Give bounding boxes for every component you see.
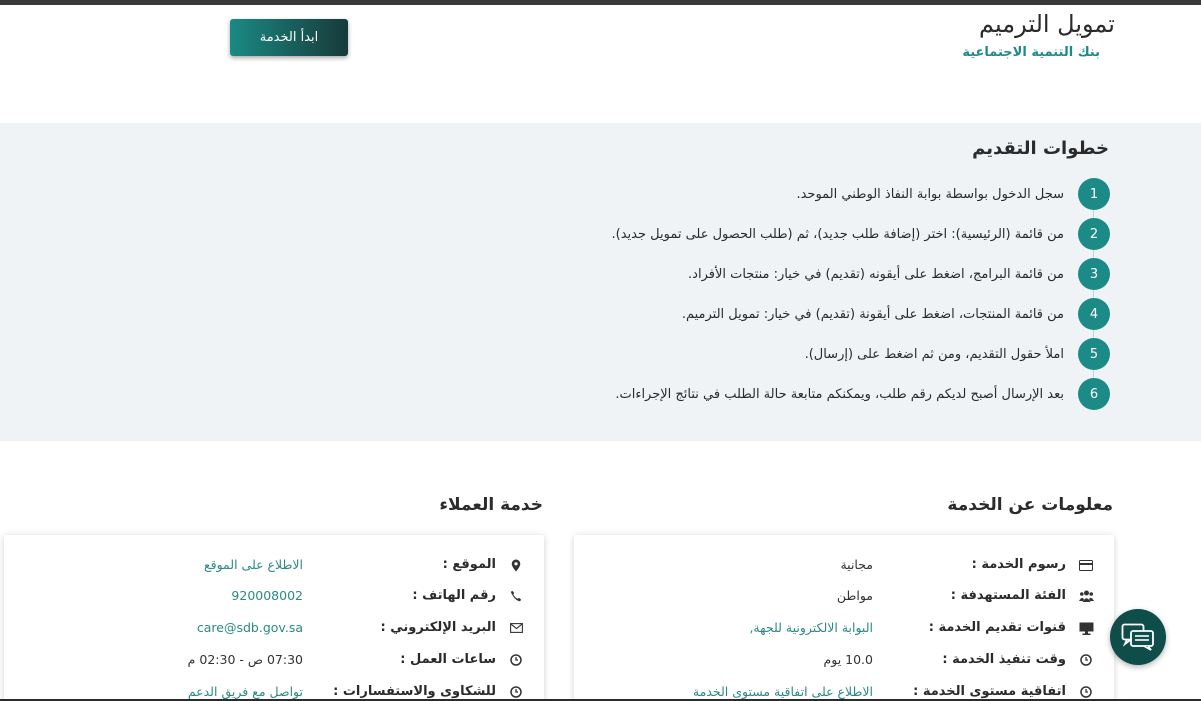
info-row-channels: قنوات تقديم الخدمة : البوابة الالكترونية… — [574, 620, 1114, 640]
phone-icon — [508, 588, 524, 604]
step-item: 1 سجل الدخول بواسطة بوابة النفاذ الوطني … — [796, 178, 1110, 210]
top-bar — [0, 0, 1201, 5]
step-text: بعد الإرسال أصبح لديكم رقم طلب، ويمكنكم … — [615, 386, 1064, 402]
row-label: ساعات العمل : — [400, 652, 496, 667]
step-item: 3 من قائمة البرامج، اضغط على أيقونه (تقد… — [688, 258, 1110, 290]
info-row-target: الفئة المستهدفة : مواطن — [574, 588, 1114, 608]
customer-service-title: خدمة العملاء — [439, 495, 543, 515]
clock-icon — [1078, 652, 1094, 668]
step-item: 5 املأ حقول التقديم، ومن ثم اضغط على (إر… — [805, 338, 1110, 370]
contact-row-hours: ساعات العمل : 07:30 ص - 02:30 م — [4, 652, 544, 672]
step-number: 1 — [1078, 178, 1110, 210]
row-value: مواطن — [836, 588, 873, 603]
info-row-fees: رسوم الخدمة : مجانية — [574, 557, 1114, 577]
step-number: 4 — [1078, 298, 1110, 330]
page-title: تمويل الترميم — [979, 10, 1115, 38]
step-text: من قائمة البرامج، اضغط على أيقونه (تقديم… — [688, 266, 1064, 282]
phone-link[interactable]: 920008002 — [231, 588, 303, 603]
contact-row-phone: رقم الهاتف : 920008002 — [4, 588, 544, 608]
clock-icon — [1078, 684, 1094, 700]
step-number: 3 — [1078, 258, 1110, 290]
customer-service-card: الموقع : الاطلاع على الموقع رقم الهاتف :… — [4, 535, 544, 701]
step-item: 2 من قائمة (الرئيسية): اختر (إضافة طلب ج… — [611, 218, 1110, 250]
row-value: 07:30 ص - 02:30 م — [187, 652, 303, 667]
steps-title: خطوات التقديم — [972, 138, 1109, 159]
step-text: من قائمة المنتجات، اضغط على أيقونة (تقدي… — [681, 306, 1064, 322]
step-text: املأ حقول التقديم، ومن ثم اضغط على (إرسا… — [804, 346, 1064, 362]
start-service-button[interactable]: ابدأ الخدمة — [230, 19, 348, 56]
row-label: للشكاوى والاستفسارات : — [333, 684, 496, 699]
step-item: 4 من قائمة المنتجات، اضغط على أيقونة (تق… — [682, 298, 1110, 330]
contact-row-email: البريد الإلكتروني : care@sdb.gov.sa — [4, 620, 544, 640]
step-text: من قائمة (الرئيسية): اختر (إضافة طلب جدي… — [611, 226, 1065, 242]
envelope-icon — [508, 620, 524, 636]
email-link[interactable]: care@sdb.gov.sa — [197, 620, 303, 635]
step-item: 6 بعد الإرسال أصبح لديكم رقم طلب، ويمكنك… — [615, 378, 1110, 410]
credit-card-icon — [1078, 557, 1094, 573]
step-number: 6 — [1078, 378, 1110, 410]
row-label: البريد الإلكتروني : — [380, 620, 496, 635]
channels-link[interactable]: البوابة الالكترونية للجهة, — [749, 620, 873, 635]
chat-bubbles-icon — [1121, 623, 1154, 651]
service-info-card: رسوم الخدمة : مجانية الفئة المستهدفة : م… — [574, 535, 1114, 701]
step-text: سجل الدخول بواسطة بوابة النفاذ الوطني ال… — [796, 186, 1064, 202]
step-number: 2 — [1078, 218, 1110, 250]
step-number: 5 — [1078, 338, 1110, 370]
clock-icon — [508, 684, 524, 700]
sla-link[interactable]: الاطلاع على اتفاقية مستوى الخدمة — [693, 684, 873, 699]
row-label: وقت تنفيذ الخدمة : — [942, 652, 1066, 667]
service-info-title: معلومات عن الخدمة — [947, 495, 1113, 515]
chat-button[interactable] — [1110, 609, 1166, 665]
row-label: رقم الهاتف : — [412, 588, 496, 603]
row-value: مجانية — [840, 557, 873, 572]
row-value: 10.0 يوم — [823, 652, 874, 667]
row-label: الموقع : — [442, 557, 496, 572]
support-link[interactable]: تواصل مع فريق الدعم — [188, 684, 303, 699]
provider-name: بنك التنمية الاجتماعية — [962, 45, 1100, 60]
row-label: اتفاقية مستوى الخدمة : — [913, 684, 1066, 699]
clock-icon — [508, 652, 524, 668]
row-label: رسوم الخدمة : — [971, 557, 1066, 572]
info-row-duration: وقت تنفيذ الخدمة : 10.0 يوم — [574, 652, 1114, 672]
location-link[interactable]: الاطلاع على الموقع — [204, 557, 303, 572]
monitor-icon — [1078, 620, 1094, 636]
contact-row-location: الموقع : الاطلاع على الموقع — [4, 557, 544, 577]
location-pin-icon — [508, 557, 524, 573]
row-label: قنوات تقديم الخدمة : — [928, 620, 1066, 635]
users-icon — [1078, 588, 1094, 604]
row-label: الفئة المستهدفة : — [950, 588, 1066, 603]
